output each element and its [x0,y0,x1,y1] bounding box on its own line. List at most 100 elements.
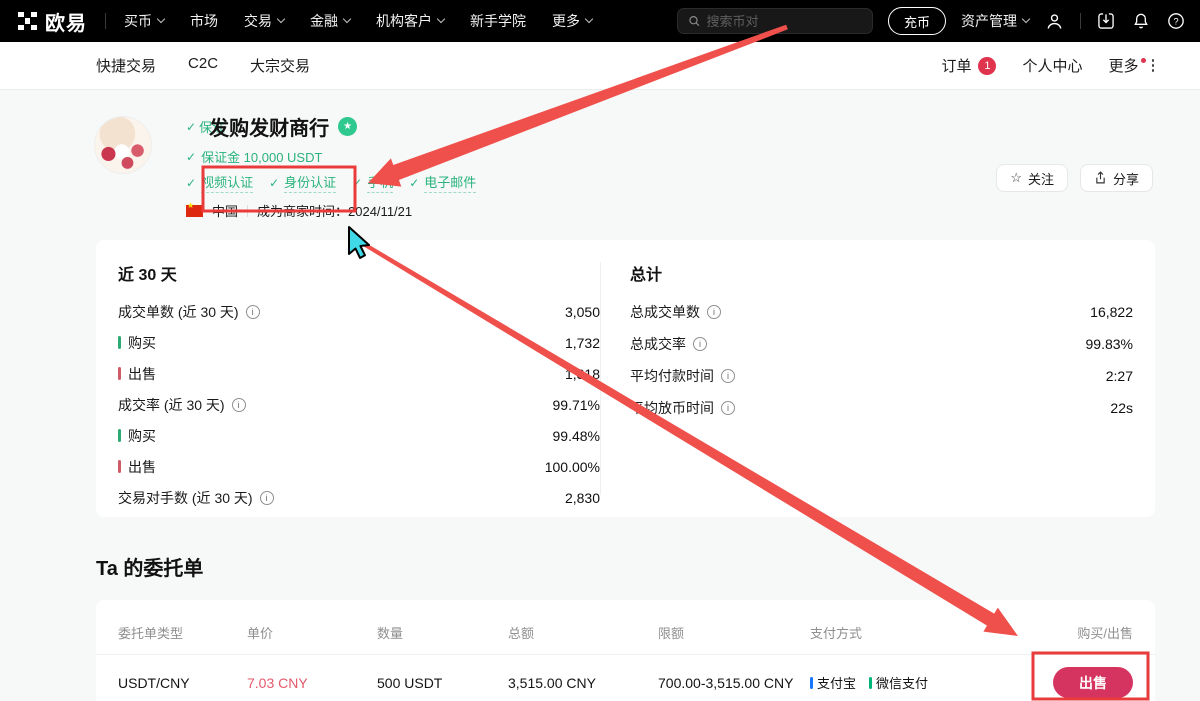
stat-row-counterparties: 交易对手数 (近 30 天)i 2,830 [118,482,600,513]
download-app-icon[interactable] [1096,11,1116,31]
okx-c2c-merchant-page: 欧易 买币 市场 交易 金融 机构客户 新手学院 更多 充币 资产管理 [0,0,1200,701]
col-payment: 支付方式 [810,623,1015,642]
merchant-name: 发购发财商行 [209,112,329,141]
merchant-info: ✓ 保证 发购发财商行 ★ ✓ 保证金 10,000 USDT ✓视频认证 ✓身… [186,113,476,220]
verification-badges: ✓视频认证 ✓身份认证 ✓手机 ✓电子邮件 [186,172,476,193]
tab-c2c[interactable]: C2C [188,55,218,76]
chevron-down-icon [277,15,285,23]
col-order-type: 委托单类型 [118,623,247,642]
orders-count-badge: 1 [978,57,996,75]
notifications-bell-icon[interactable] [1131,11,1151,31]
order-pair: USDT/CNY [118,675,247,691]
col-price: 单价 [247,623,377,642]
order-total: 3,515.00 CNY [508,675,658,691]
stat-row-completed-orders: 成交单数 (近 30 天)i 3,050 [118,296,600,327]
verified-merchant-badge: ★ [338,117,357,136]
user-center-link[interactable]: 个人中心 [1022,55,1082,76]
menu-item-more[interactable]: 更多 [552,11,592,31]
info-icon[interactable]: i [721,401,735,415]
tab-express-trade[interactable]: 快捷交易 [96,55,156,76]
menu-item-institutions[interactable]: 机构客户 [376,11,444,31]
more-link[interactable]: 更多 [1108,55,1154,76]
merchant-stats-card: 近 30 天 成交单数 (近 30 天)i 3,050 购买 1,732 出售 … [96,240,1155,517]
info-icon[interactable]: i [232,398,246,412]
info-icon[interactable]: i [693,337,707,351]
profile-actions: ☆ 关注 分享 [996,164,1153,192]
info-icon[interactable]: i [707,305,721,319]
order-limit: 700.00-3,515.00 CNY [658,675,810,691]
stat-row-buy-rate: 购买 99.48% [118,420,600,451]
check-icon: ✓ [352,176,362,190]
divider [105,13,106,29]
sell-bar-icon [118,460,121,473]
orders-section-title: Ta 的委托单 [96,552,203,581]
verification-video[interactable]: ✓视频认证 [186,172,253,193]
stat-row-completion-rate: 成交率 (近 30 天)i 99.71% [118,389,600,420]
verification-phone[interactable]: ✓手机 [352,172,393,193]
stat-row-avg-release-time: 平均放币时间i 22s [630,392,1133,424]
china-flag-icon: ★ [186,205,203,217]
menu-item-finance[interactable]: 金融 [310,11,350,31]
chevron-down-icon [437,15,445,23]
verification-email[interactable]: ✓电子邮件 [409,172,476,193]
stats-recent-title: 近 30 天 [118,261,600,285]
buy-bar-icon [118,336,121,349]
orders-table-card: 委托单类型 单价 数量 总额 限额 支付方式 购买/出售 USDT/CNY 7.… [96,600,1155,701]
search-input[interactable] [707,14,862,29]
stat-row-buy-orders: 购买 1,732 [118,327,600,358]
help-icon[interactable]: ? [1166,11,1186,31]
menu-item-trade[interactable]: 交易 [244,11,284,31]
secondary-navbar: 快捷交易 C2C 大宗交易 订单 1 个人中心 更多 [0,42,1200,90]
chevron-down-icon [157,15,165,23]
star-icon: ☆ [1010,170,1022,186]
menu-item-buy-crypto[interactable]: 买币 [124,11,164,31]
sell-bar-icon [118,367,121,380]
share-icon [1094,171,1107,185]
divider [1080,13,1081,29]
chevron-down-icon [343,15,351,23]
info-icon[interactable]: i [260,491,274,505]
info-icon[interactable]: i [246,305,260,319]
follow-button[interactable]: ☆ 关注 [996,164,1068,192]
tab-block-trade[interactable]: 大宗交易 [250,55,310,76]
stat-row-sell-rate: 出售 100.00% [118,451,600,482]
assets-menu[interactable]: 资产管理 [961,11,1029,31]
member-since: 成为商家时间：2024/11/21 [257,201,412,220]
search-icon [688,14,701,28]
orders-table-header: 委托单类型 单价 数量 总额 限额 支付方式 购买/出售 [96,600,1155,655]
stat-row-sell-orders: 出售 1,318 [118,358,600,389]
menu-item-markets[interactable]: 市场 [190,11,218,31]
payment-alipay: 支付宝 [810,673,856,692]
info-icon[interactable]: i [721,369,735,383]
stats-total-title: 总计 [630,261,1133,285]
more-dots-icon [1152,59,1155,72]
col-amount: 数量 [377,623,508,642]
stats-total: 总计 总成交单数i 16,822 总成交率i 99.83% 平均付款时间i 2:… [601,240,1155,517]
divider [247,205,248,217]
main-menu: 买币 市场 交易 金融 机构客户 新手学院 更多 [124,11,592,31]
profile-icon[interactable] [1044,11,1065,32]
col-limit: 限额 [658,623,810,642]
check-icon: ✓ [186,120,196,134]
stats-last-30-days: 近 30 天 成交单数 (近 30 天)i 3,050 购买 1,732 出售 … [96,240,600,517]
chevron-down-icon [585,15,593,23]
okx-logo[interactable]: 欧易 [18,7,87,36]
sell-button[interactable]: 出售 [1053,667,1133,698]
svg-text:?: ? [1173,16,1178,26]
chevron-down-icon [1022,15,1030,23]
col-total: 总额 [508,623,658,642]
verification-identity[interactable]: ✓身份认证 [269,172,336,193]
stat-row-avg-pay-time: 平均付款时间i 2:27 [630,360,1133,392]
share-button[interactable]: 分享 [1080,164,1153,192]
deposit-button[interactable]: 充币 [888,7,946,35]
country-label: 中国 [212,201,238,220]
orders-link[interactable]: 订单 1 [941,55,996,76]
payment-wechat: 微信支付 [869,673,928,692]
stat-row-total-orders: 总成交单数i 16,822 [630,296,1133,328]
order-amount: 500 USDT [377,675,508,691]
check-icon: ✓ [269,176,279,190]
notification-dot [1141,58,1146,63]
search-box[interactable] [677,8,873,34]
menu-item-academy[interactable]: 新手学院 [470,11,526,31]
col-buy-sell: 购买/出售 [1077,623,1133,642]
